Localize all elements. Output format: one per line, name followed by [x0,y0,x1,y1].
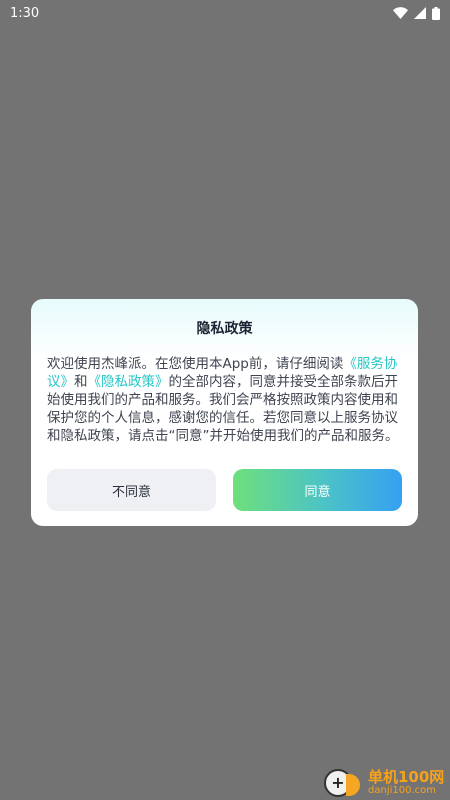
body-and: 和 [74,374,88,390]
agree-button[interactable]: 同意 [233,469,402,511]
status-bar: 1:30 [0,0,450,26]
dialog-title: 隐私政策 [196,321,253,337]
watermark-text: 单机100网 danji100.com [368,769,444,797]
watermark-url: danji100.com [368,785,436,796]
wifi-icon [393,7,408,19]
signal-icon [414,7,426,19]
status-time: 1:30 [10,5,40,21]
disagree-button[interactable]: 不同意 [47,469,216,511]
dialog-body: 欢迎使用杰峰派。在您使用本App前，请仔细阅读《服务协议》和《隐私政策》的全部内… [47,355,404,445]
status-icons [393,6,440,20]
watermark: + 单机100网 danji100.com [324,766,450,800]
watermark-name: 单机100网 [368,768,445,786]
battery-icon [432,6,440,20]
body-intro: 欢迎使用杰峰派。在您使用本App前，请仔细阅读 [47,356,344,372]
privacy-dialog: 隐私政策 欢迎使用杰峰派。在您使用本App前，请仔细阅读《服务协议》和《隐私政策… [31,299,418,526]
watermark-logo-icon: + [324,769,360,797]
privacy-policy-link[interactable]: 《隐私政策》 [88,374,169,390]
